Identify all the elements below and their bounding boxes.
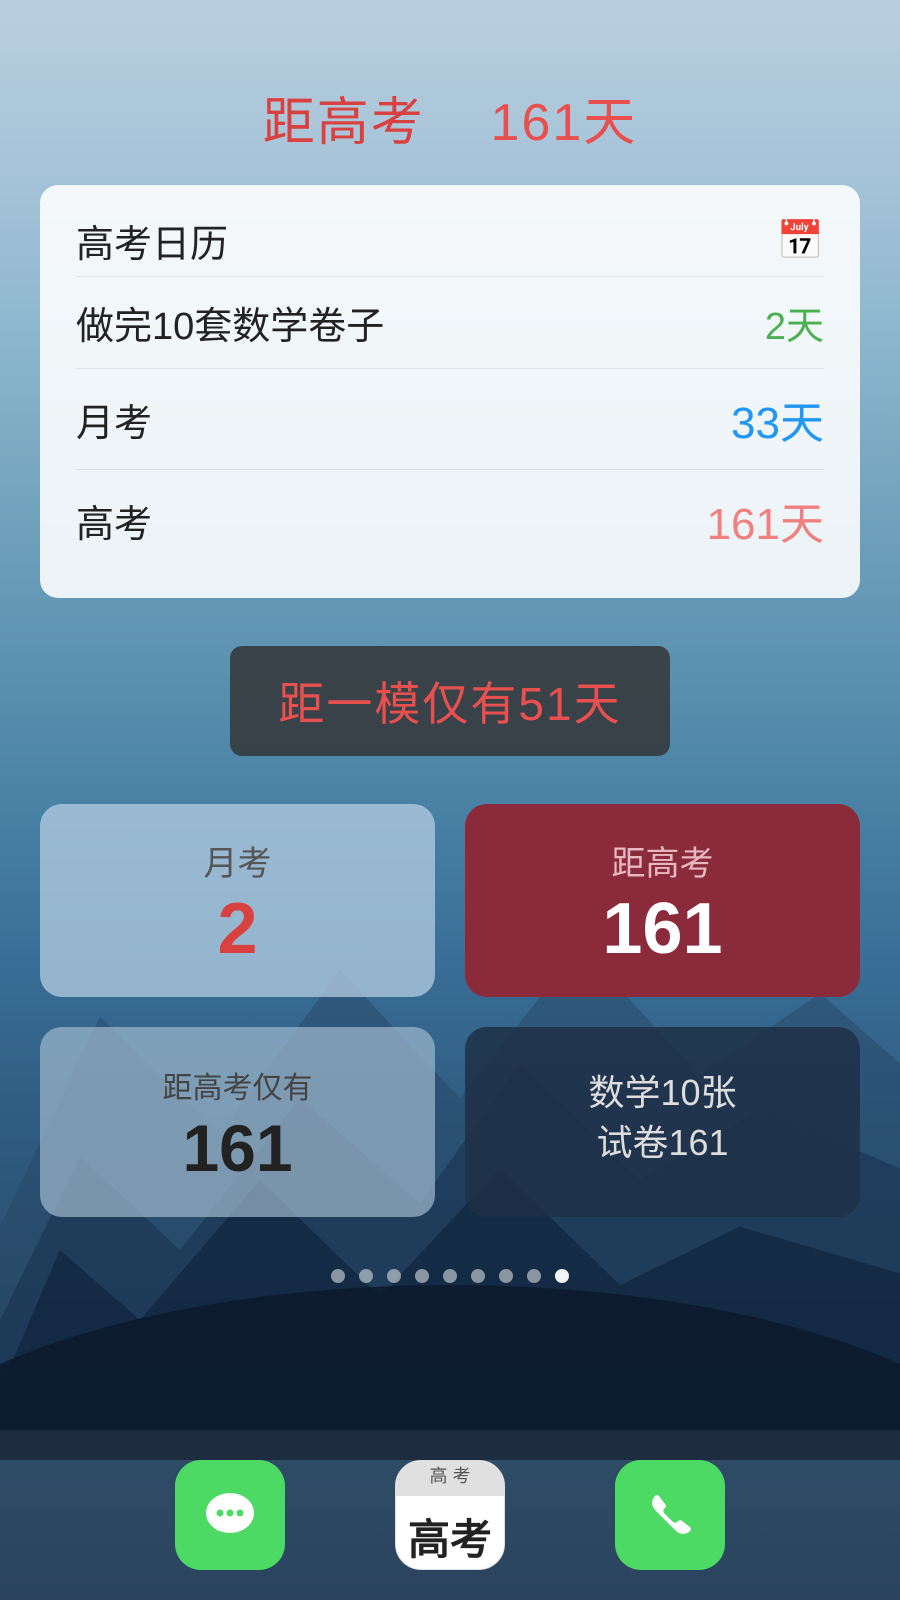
banner[interactable]: 距一模仅有51天 bbox=[230, 646, 669, 756]
top-countdown-label: 距高考 bbox=[263, 94, 425, 152]
widget-math-label: 数学10张试卷161 bbox=[588, 1068, 736, 1169]
card-row-monthly-value: 33天 bbox=[731, 387, 824, 451]
top-countdown: 距高考 161天 bbox=[263, 80, 638, 155]
dot-5[interactable] bbox=[443, 1269, 457, 1283]
dock-app-top-bar: 高 考 bbox=[396, 1460, 504, 1496]
card-row-monthly-label: 月考 bbox=[76, 392, 152, 447]
card-row-gaokao-label: 高考 bbox=[76, 493, 152, 548]
dot-4[interactable] bbox=[415, 1269, 429, 1283]
widget-gaokao-days[interactable]: 距高考 161 bbox=[465, 804, 860, 997]
page-dots bbox=[331, 1269, 569, 1283]
card-title-row: 高考日历 📅 bbox=[76, 213, 824, 277]
dot-2[interactable] bbox=[359, 1269, 373, 1283]
card-row-math: 做完10套数学卷子 2天 bbox=[76, 277, 824, 369]
card-row-math-value: 2天 bbox=[765, 295, 824, 350]
widget-monthly-exam[interactable]: 月考 2 bbox=[40, 804, 435, 997]
widget-monthly-label: 月考 bbox=[204, 836, 272, 885]
widget-gaokao-only[interactable]: 距高考仅有 161 bbox=[40, 1027, 435, 1217]
card-row-gaokao: 高考 161天 bbox=[76, 470, 824, 570]
dot-3[interactable] bbox=[387, 1269, 401, 1283]
widget-gaokao-only-label: 距高考仅有 bbox=[163, 1063, 313, 1107]
calendar-icon: 📅 bbox=[777, 219, 824, 263]
dock: 高 考 高考 bbox=[0, 1430, 900, 1600]
widget-gaokao-only-number: 161 bbox=[182, 1115, 292, 1181]
widget-math-papers[interactable]: 数学10张试卷161 bbox=[465, 1027, 860, 1217]
dock-messages-icon[interactable] bbox=[175, 1460, 285, 1570]
card-title: 高考日历 bbox=[76, 213, 228, 268]
info-card: 高考日历 📅 做完10套数学卷子 2天 月考 33天 高考 161天 bbox=[40, 185, 860, 598]
dock-gaokao-app[interactable]: 高 考 高考 bbox=[395, 1460, 505, 1570]
widget-gaokao-label: 距高考 bbox=[612, 836, 714, 885]
widget-monthly-number: 2 bbox=[217, 893, 257, 965]
phone-handset-icon bbox=[643, 1488, 698, 1543]
dot-6[interactable] bbox=[471, 1269, 485, 1283]
card-row-gaokao-value: 161天 bbox=[707, 488, 824, 552]
dock-phone-icon[interactable] bbox=[615, 1460, 725, 1570]
widget-grid: 月考 2 距高考 161 距高考仅有 161 数学10张试卷161 bbox=[40, 804, 860, 1217]
card-row-monthly: 月考 33天 bbox=[76, 369, 824, 470]
dock-app-main-text: 高考 bbox=[408, 1496, 492, 1571]
dot-9[interactable] bbox=[555, 1269, 569, 1283]
messages-bubble-icon bbox=[200, 1485, 260, 1545]
widget-gaokao-number: 161 bbox=[602, 893, 722, 965]
top-countdown-number: 161天 bbox=[491, 94, 638, 152]
dot-8[interactable] bbox=[527, 1269, 541, 1283]
card-row-math-label: 做完10套数学卷子 bbox=[76, 295, 384, 350]
dot-1[interactable] bbox=[331, 1269, 345, 1283]
dot-7[interactable] bbox=[499, 1269, 513, 1283]
banner-text: 距一模仅有51天 bbox=[278, 678, 621, 730]
